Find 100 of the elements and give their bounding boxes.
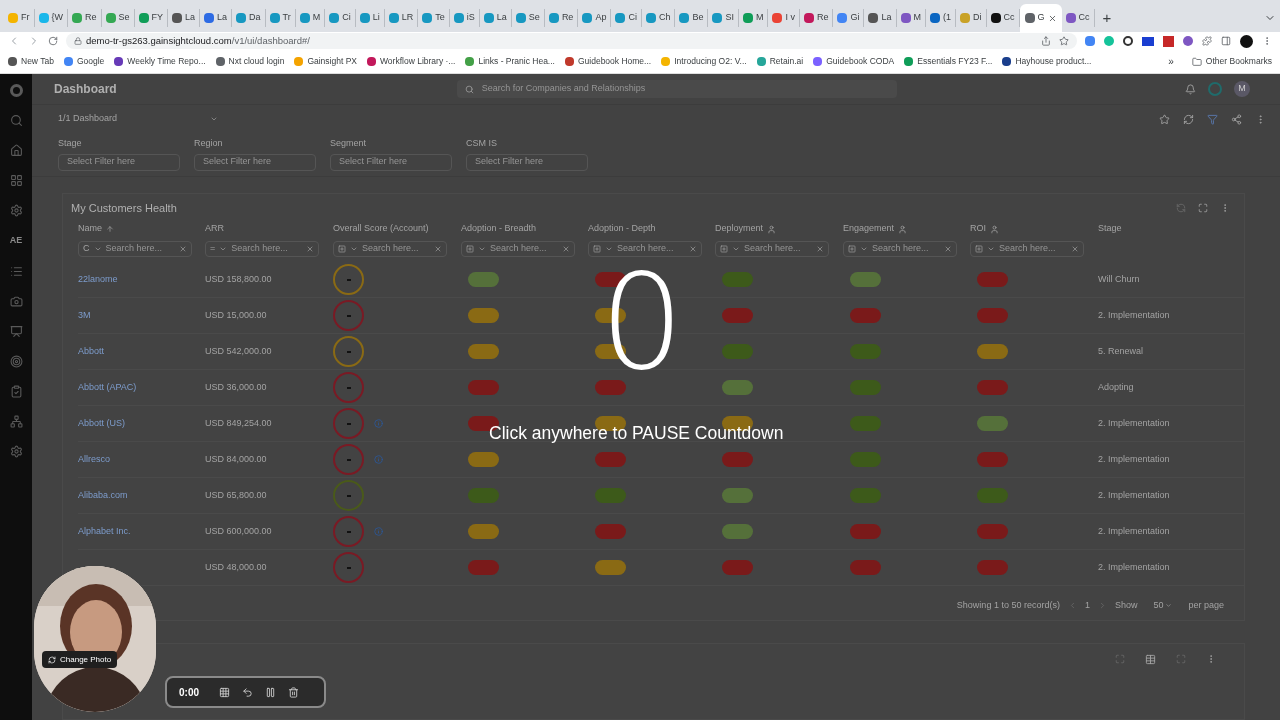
account-link[interactable]: Alibaba.com <box>78 488 205 503</box>
star-icon[interactable] <box>1059 36 1069 46</box>
filter-icon[interactable] <box>1207 113 1218 125</box>
more-bookmarks[interactable]: » <box>1168 54 1174 69</box>
clear-icon[interactable] <box>944 245 952 253</box>
bookmark[interactable]: Essentials FY23 F... <box>904 55 993 68</box>
bookmark[interactable]: Guidebook Home... <box>564 55 652 68</box>
filter-field[interactable]: Select Filter here <box>58 153 180 171</box>
restart-icon[interactable] <box>242 686 253 698</box>
browser-tab[interactable]: G <box>1019 4 1062 32</box>
browser-tab[interactable]: FY <box>134 9 169 27</box>
clear-icon[interactable] <box>434 245 442 253</box>
browser-tab[interactable]: Se <box>511 9 545 27</box>
browser-tab[interactable]: Ci <box>325 9 356 27</box>
delete-icon[interactable] <box>288 686 299 698</box>
page-number[interactable]: 1 <box>1084 598 1090 612</box>
browser-tab[interactable]: I v <box>768 9 800 27</box>
bookmark[interactable]: New Tab <box>8 55 54 68</box>
other-bookmarks[interactable]: Other Bookmarks <box>1191 55 1272 68</box>
column-filter-field[interactable]: = Search here... <box>205 241 319 257</box>
reload-icon[interactable] <box>48 36 58 46</box>
pause-icon[interactable] <box>265 686 276 698</box>
column-header[interactable]: Adoption - Breadth <box>461 222 537 236</box>
browser-tab[interactable]: Gi <box>833 9 865 27</box>
bookmark[interactable]: Hayhouse product... <box>1002 55 1092 68</box>
sidebar-label[interactable]: AE <box>9 234 23 248</box>
column-header[interactable]: Name <box>78 222 102 236</box>
bookmark[interactable]: Google <box>63 55 105 68</box>
new-tab-button[interactable]: + <box>1102 6 1112 30</box>
presentation-icon[interactable] <box>9 324 23 338</box>
clear-icon[interactable] <box>306 245 314 253</box>
extension-icon[interactable] <box>1142 36 1154 46</box>
account-link[interactable]: Abbott (APAC) <box>78 380 205 395</box>
page-size-select[interactable]: 50 <box>1145 598 1181 612</box>
browser-tab[interactable]: La <box>168 9 201 27</box>
browser-tab[interactable]: Cc <box>986 9 1020 27</box>
clear-icon[interactable] <box>179 245 187 253</box>
bookmark[interactable]: Nxt cloud login <box>215 55 285 68</box>
bookmark[interactable]: Gainsight PX <box>294 55 357 68</box>
bookmark[interactable]: Introducing O2: V... <box>661 55 747 68</box>
browser-tab[interactable]: La <box>479 9 512 27</box>
expand-icon[interactable] <box>1198 203 1208 213</box>
browser-tab[interactable]: Te <box>418 9 450 27</box>
browser-tab[interactable]: Ch <box>641 9 676 27</box>
clear-icon[interactable] <box>816 245 824 253</box>
browser-tab[interactable]: Di <box>956 9 987 27</box>
account-link[interactable]: Abbott <box>78 344 205 359</box>
drag-handle-icon[interactable] <box>219 686 230 698</box>
search-icon[interactable] <box>9 114 23 127</box>
browser-tab[interactable]: LR <box>384 9 419 27</box>
bookmark[interactable]: Weekly Time Repo... <box>114 55 206 68</box>
extension-icon[interactable] <box>1163 35 1174 47</box>
profile-avatar[interactable] <box>1240 34 1253 48</box>
change-photo-button[interactable]: Change Photo <box>42 651 118 668</box>
browser-tab[interactable]: Ci <box>611 9 642 27</box>
bookmark[interactable]: Retain.ai <box>756 55 804 68</box>
browser-tab[interactable]: M <box>295 9 326 27</box>
column-header[interactable]: Engagement <box>843 222 895 236</box>
table-icon[interactable] <box>1145 654 1156 665</box>
browser-tab[interactable]: Tr <box>265 9 296 27</box>
hierarchy-icon[interactable] <box>9 414 23 428</box>
filter-field[interactable]: Select Filter here <box>330 153 452 171</box>
settings-icon[interactable] <box>9 204 23 217</box>
browser-tab[interactable]: Fr <box>4 9 35 27</box>
browser-tab[interactable]: M <box>896 9 926 27</box>
account-link[interactable]: 3M <box>78 308 205 323</box>
column-header[interactable]: ROI <box>970 222 986 236</box>
expand-icon[interactable] <box>1115 654 1125 664</box>
account-link[interactable]: Allresco <box>78 452 205 467</box>
column-header[interactable]: Deployment <box>715 222 764 236</box>
browser-tab[interactable]: SI <box>708 9 739 27</box>
close-icon[interactable] <box>1047 13 1057 23</box>
browser-tab[interactable]: La <box>864 9 897 27</box>
browser-tab[interactable]: M <box>738 9 769 27</box>
bookmark[interactable]: Links - Pranic Hea... <box>465 55 555 68</box>
column-header[interactable]: Adoption - Depth <box>588 222 656 236</box>
dashboard-select[interactable]: 1/1 Dashboard <box>58 112 218 126</box>
column-header[interactable]: Stage <box>1098 222 1122 236</box>
share-icon[interactable] <box>1041 36 1051 46</box>
browser-tab[interactable]: Re <box>68 9 102 27</box>
browser-tab[interactable]: Be <box>675 9 709 27</box>
home-icon[interactable] <box>9 144 23 157</box>
list-icon[interactable] <box>9 264 23 278</box>
address-bar[interactable]: demo-tr-gs263.gainsightcloud.com/v1/ui/dashboard#/ <box>66 33 1077 49</box>
camera-icon[interactable] <box>9 294 23 308</box>
bookmark[interactable]: Guidebook CODA <box>813 55 895 68</box>
browser-tab[interactable]: (1 <box>926 9 956 27</box>
column-header[interactable]: ARR <box>205 222 224 236</box>
column-filter-field[interactable]: C Search here... <box>78 241 192 257</box>
dashboard-icon[interactable] <box>9 174 23 187</box>
fullscreen-icon[interactable] <box>1176 654 1186 664</box>
account-link[interactable]: Alphabet Inc. <box>78 524 205 539</box>
browser-tab[interactable]: Ap <box>578 9 612 27</box>
sort-icon[interactable] <box>106 225 114 233</box>
side-panel-icon[interactable] <box>1221 36 1231 46</box>
bell-icon[interactable] <box>1185 83 1196 95</box>
browser-tab[interactable]: Li <box>355 9 385 27</box>
refresh-icon[interactable] <box>1183 113 1194 125</box>
gear-icon[interactable] <box>9 444 23 458</box>
browser-tab[interactable]: Re <box>799 9 834 27</box>
